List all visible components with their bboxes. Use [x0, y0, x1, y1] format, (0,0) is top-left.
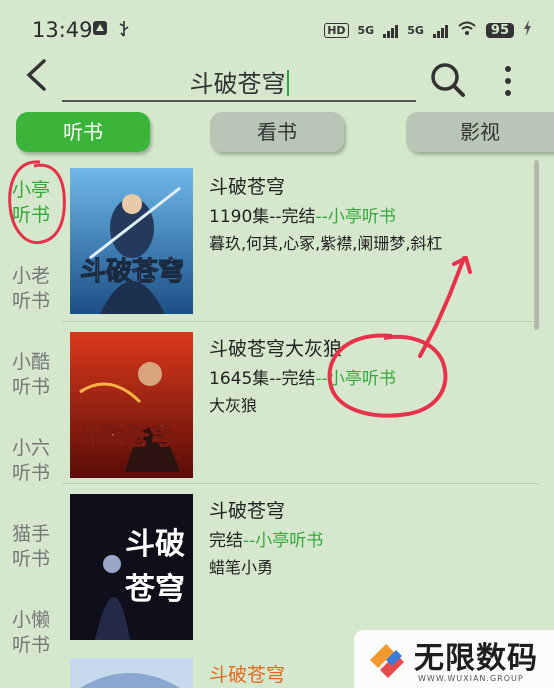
result-list: 斗破苍穹 斗破苍穹 1190集--完结--小亭听书 暮玖,何其,心冢,紫襟,阑珊…	[62, 160, 540, 688]
book-cover	[70, 658, 193, 688]
battery-level: 95	[485, 22, 514, 38]
svg-text:斗破苍穹: 斗破苍穹	[80, 256, 184, 287]
tab-video[interactable]: 影视	[406, 112, 554, 152]
search-input[interactable]: 斗破苍穹	[62, 60, 416, 102]
item-narrators: 暮玖,何其,心冢,紫襟,阑珊梦,斜杠	[209, 234, 443, 253]
annotation-circle-sidebar	[8, 160, 66, 245]
wifi-icon	[457, 20, 477, 40]
sidebar-item-xiaolao[interactable]: 小老 听书	[0, 264, 62, 314]
sidebar-item-maoshou[interactable]: 猫手 听书	[0, 522, 62, 572]
more-options-button[interactable]	[496, 60, 520, 100]
item-source: --小亭听书	[315, 207, 396, 227]
svg-text:斗破: 斗破	[125, 527, 185, 562]
sidebar-item-xiaoku[interactable]: 小酷 听书	[0, 350, 62, 400]
list-item[interactable]: 斗破 苍穹 斗破苍穹 完结--小亭听书 蜡笔小勇	[62, 484, 540, 654]
item-source: --小亭听书	[243, 531, 324, 551]
book-cover: 斗破苍穹	[70, 168, 193, 314]
item-episodes: 1190集	[209, 207, 270, 227]
watermark-domain: WWW.WUXIAN.GROUP	[418, 674, 524, 683]
back-button[interactable]	[24, 58, 48, 99]
signal-bars-icon-2	[432, 22, 448, 38]
scrollbar[interactable]	[534, 160, 539, 330]
item-status: --完结	[269, 207, 316, 227]
svg-text:斗破苍穹: 斗破苍穹	[77, 421, 173, 450]
item-title: 斗破苍穹	[209, 176, 286, 198]
status-bar: 13:49 HD 5G 5G 95	[0, 0, 554, 60]
text-cursor	[286, 70, 289, 96]
tab-listen[interactable]: 听书	[16, 112, 150, 152]
book-cover: 斗破苍穹	[70, 332, 193, 478]
search-toolbar: 斗破苍穹	[0, 52, 554, 108]
network-5g-label-2: 5G	[407, 23, 424, 37]
search-icon	[431, 63, 465, 97]
book-cover: 斗破 苍穹	[70, 494, 193, 640]
back-arrow-icon	[26, 59, 46, 91]
signal-bars-icon-1	[383, 22, 399, 38]
sidebar-item-xiaoliu[interactable]: 小六 听书	[0, 436, 62, 486]
item-status: --完结	[269, 369, 316, 389]
annotation-circle-source	[327, 333, 448, 418]
network-5g-label-1: 5G	[357, 23, 375, 37]
hd-voice-icon: HD	[324, 22, 349, 38]
item-status: 完结	[209, 531, 243, 551]
watermark: 无限数码 WWW.WUXIAN.GROUP	[354, 630, 554, 688]
item-narrators: 蜡笔小勇	[209, 558, 274, 577]
svg-text:苍穹: 苍穹	[125, 572, 185, 607]
item-narrators: 大灰狼	[209, 396, 258, 415]
item-title: 斗破苍穹	[209, 500, 286, 522]
tab-read[interactable]: 看书	[210, 112, 344, 152]
usb-icon	[118, 20, 130, 42]
brand-logo-icon	[370, 644, 404, 678]
watermark-brand: 无限数码	[414, 641, 538, 676]
search-button[interactable]	[428, 60, 468, 100]
charging-icon	[523, 20, 532, 40]
sidebar-item-xiaolan[interactable]: 小懒 听书	[0, 608, 62, 658]
app-notification-icon	[92, 20, 108, 40]
status-time: 13:49	[32, 18, 93, 42]
item-episodes: 1645集	[209, 369, 270, 389]
category-tabs: 听书 看书 影视	[0, 112, 554, 154]
item-title: 斗破苍穹	[209, 664, 286, 686]
search-query: 斗破苍穹	[189, 70, 286, 98]
